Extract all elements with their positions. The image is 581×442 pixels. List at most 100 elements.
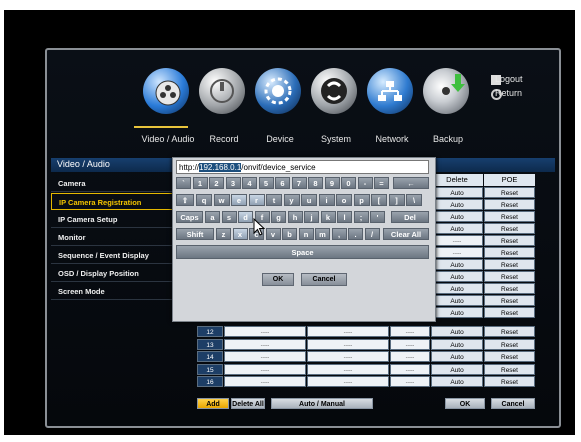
address-cell[interactable]: ---- (224, 326, 306, 337)
poe-reset-button[interactable]: Reset (484, 283, 535, 294)
delete-mode-cell[interactable]: ---- (431, 247, 483, 258)
cancel-button[interactable]: Cancel (491, 398, 535, 409)
poe-reset-button[interactable]: Reset (484, 271, 535, 282)
address-cell[interactable]: ---- (224, 338, 306, 350)
return-link[interactable]: Return (495, 88, 522, 98)
sidebar-item-camera[interactable]: Camera (51, 175, 173, 192)
key[interactable]: ; (353, 211, 369, 223)
address-cell[interactable]: ---- (224, 363, 306, 375)
poe-reset-button[interactable]: Reset (484, 326, 535, 337)
sidebar-item-ip-camera-setup[interactable]: IP Camera Setup (51, 211, 173, 228)
address-cell[interactable]: ---- (224, 351, 306, 362)
poe-reset-button[interactable]: Reset (484, 376, 535, 387)
key[interactable]: [ (371, 194, 387, 206)
key[interactable]: o (336, 194, 352, 206)
auto-manual-button[interactable]: Auto / Manual (271, 398, 373, 409)
key[interactable]: \ (406, 194, 422, 206)
sidebar-item-ip-camera-registration[interactable]: IP Camera Registration (51, 193, 173, 210)
sidebar-item-sequence-event-display[interactable]: Sequence / Event Display (51, 247, 173, 264)
key[interactable]: i (318, 194, 335, 206)
delete-mode-cell[interactable]: Auto (431, 187, 483, 198)
poe-reset-button[interactable]: Reset (484, 307, 535, 318)
key[interactable]: = (374, 177, 389, 189)
key-space[interactable]: Space (176, 245, 429, 259)
delete-mode-cell[interactable]: Auto (431, 259, 483, 270)
poe-reset-button[interactable]: Reset (484, 259, 535, 270)
key-del[interactable]: Del (391, 211, 429, 223)
poe-reset-button[interactable]: Reset (484, 247, 535, 258)
poe-reset-button[interactable]: Reset (484, 338, 535, 350)
delete-mode-cell[interactable]: Auto (431, 283, 483, 294)
delete-mode-cell[interactable]: Auto (431, 271, 483, 282)
key[interactable]: 4 (242, 177, 257, 189)
port-cell[interactable]: ---- (307, 363, 389, 375)
key[interactable]: 5 (258, 177, 274, 189)
delete-all-button[interactable]: Delete All (231, 398, 265, 409)
delete-mode-cell[interactable]: ---- (431, 235, 483, 246)
poe-reset-button[interactable]: Reset (484, 223, 535, 234)
key[interactable]: 2 (209, 177, 224, 189)
key[interactable]: ' (370, 211, 385, 223)
key[interactable]: e (231, 194, 247, 206)
key[interactable]: z (216, 228, 231, 240)
delete-mode-cell[interactable]: Auto (431, 295, 483, 306)
sidebar-item-osd-display-position[interactable]: OSD / Display Position (51, 265, 173, 282)
key[interactable]: ] (388, 194, 405, 206)
delete-mode-cell[interactable]: Auto (431, 363, 483, 375)
poe-reset-button[interactable]: Reset (484, 211, 535, 222)
key[interactable]: . (348, 228, 363, 240)
key-clear-all[interactable]: Clear All (383, 228, 429, 240)
key[interactable]: p (353, 194, 370, 206)
poe-reset-button[interactable]: Reset (484, 363, 535, 375)
delete-mode-cell[interactable]: Auto (431, 307, 483, 318)
delete-mode-cell[interactable]: Auto (431, 199, 483, 210)
key[interactable]: / (364, 228, 380, 240)
key[interactable]: x (232, 228, 248, 240)
key[interactable]: 7 (291, 177, 307, 189)
port-cell[interactable]: ---- (307, 351, 389, 362)
key[interactable]: 0 (341, 177, 356, 189)
key[interactable]: q (196, 194, 212, 206)
poe-reset-button[interactable]: Reset (484, 295, 535, 306)
url-input[interactable]: http://192.168.0.1/onvif/device_service (176, 160, 429, 174)
key[interactable]: h (287, 211, 303, 223)
key[interactable]: w (213, 194, 230, 206)
key[interactable]: 9 (324, 177, 340, 189)
port-cell[interactable]: ---- (307, 326, 389, 337)
ok-button[interactable]: OK (445, 398, 485, 409)
key[interactable]: d (238, 211, 253, 223)
key[interactable]: l (337, 211, 352, 223)
keyboard-ok-button[interactable]: OK (262, 273, 294, 286)
key[interactable]: a (205, 211, 220, 223)
key[interactable]: n (298, 228, 314, 240)
shift-lock-icon[interactable]: ⇧ (176, 194, 194, 206)
delete-mode-cell[interactable]: Auto (431, 326, 483, 337)
key[interactable]: - (357, 177, 373, 189)
key[interactable]: ` (176, 177, 191, 189)
key[interactable]: , (331, 228, 347, 240)
key[interactable]: 3 (225, 177, 241, 189)
key[interactable]: 1 (192, 177, 208, 189)
key[interactable]: m (315, 228, 330, 240)
delete-mode-cell[interactable]: Auto (431, 351, 483, 362)
poe-reset-button[interactable]: Reset (484, 199, 535, 210)
sidebar-item-screen-mode[interactable]: Screen Mode (51, 283, 173, 300)
key-caps[interactable]: Caps (176, 211, 203, 223)
key[interactable]: k (320, 211, 336, 223)
key[interactable]: y (283, 194, 300, 206)
add-button[interactable]: Add (197, 398, 229, 409)
delete-mode-cell[interactable]: Auto (431, 211, 483, 222)
key[interactable]: u (301, 194, 317, 206)
key[interactable]: t (266, 194, 282, 206)
key[interactable]: s (221, 211, 237, 223)
address-cell[interactable]: ---- (224, 376, 306, 387)
key-backspace[interactable]: ← (393, 177, 429, 189)
port-cell[interactable]: ---- (307, 376, 389, 387)
sidebar-item-monitor[interactable]: Monitor (51, 229, 173, 246)
port-cell[interactable]: ---- (307, 338, 389, 350)
key[interactable]: j (304, 211, 319, 223)
delete-mode-cell[interactable]: Auto (431, 223, 483, 234)
poe-reset-button[interactable]: Reset (484, 351, 535, 362)
delete-mode-cell[interactable]: Auto (431, 338, 483, 350)
key-shift[interactable]: Shift (176, 228, 214, 240)
